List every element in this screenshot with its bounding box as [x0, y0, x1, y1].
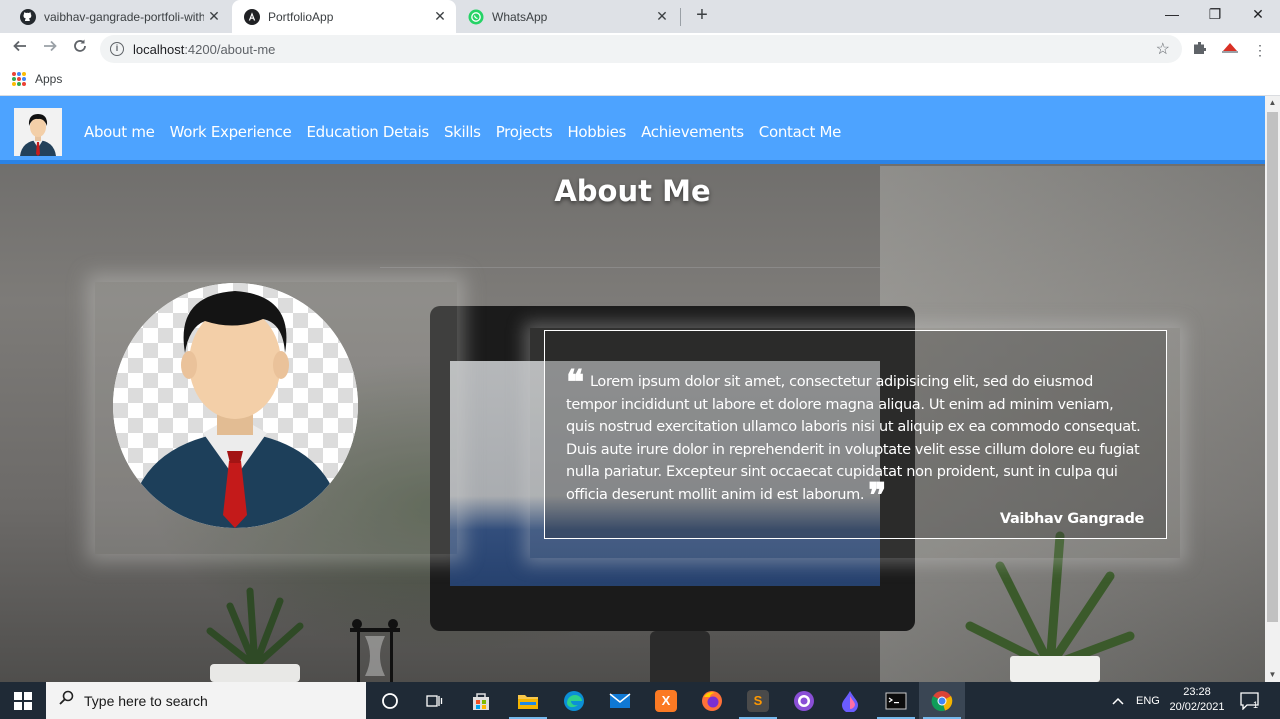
- tab-divider: [680, 8, 681, 26]
- nav-link-education-details[interactable]: Education Detais: [306, 123, 429, 141]
- drop-app-icon[interactable]: [827, 682, 873, 719]
- edge-icon[interactable]: [551, 682, 597, 719]
- page-scrollbar[interactable]: ▲ ▼: [1265, 96, 1280, 682]
- windows-start-icon[interactable]: [0, 682, 46, 719]
- app-navbar: About me Work Experience Education Detai…: [0, 96, 1265, 164]
- nav-link-about-me[interactable]: About me: [84, 123, 155, 141]
- nav-link-hobbies[interactable]: Hobbies: [567, 123, 626, 141]
- input-language[interactable]: ENG: [1136, 682, 1160, 719]
- extensions-icon[interactable]: [1190, 40, 1210, 60]
- angular-icon: [244, 8, 260, 25]
- tab-title: WhatsApp: [492, 9, 548, 24]
- tab-github[interactable]: vaibhav-gangrade-portfoli-with- ✕: [8, 0, 230, 33]
- scroll-thumb[interactable]: [1267, 112, 1278, 622]
- clock-time: 23:28: [1183, 686, 1211, 698]
- background-monitor-stand: [650, 631, 710, 682]
- page-viewport: About me Work Experience Education Detai…: [0, 96, 1265, 682]
- github-desktop-icon[interactable]: [781, 682, 827, 719]
- nav-link-work-experience[interactable]: Work Experience: [170, 123, 292, 141]
- nav-links: About me Work Experience Education Detai…: [84, 123, 856, 141]
- background-hourglass: [350, 619, 400, 682]
- back-icon[interactable]: [8, 38, 32, 62]
- background-plant-left: [206, 587, 304, 682]
- close-tab-icon[interactable]: ✕: [652, 8, 672, 25]
- nav-link-projects[interactable]: Projects: [496, 123, 553, 141]
- sublime-text-icon[interactable]: S: [735, 682, 781, 719]
- search-placeholder: Type here to search: [84, 692, 208, 709]
- reload-icon[interactable]: [68, 38, 92, 62]
- minimize-icon[interactable]: —: [1150, 0, 1194, 30]
- apps-grid-icon: [12, 72, 26, 86]
- tab-title: PortfolioApp: [268, 9, 334, 24]
- quote-card: ❝ Lorem ipsum dolor sit amet, consectetur…: [544, 330, 1167, 539]
- forward-icon[interactable]: [38, 38, 62, 62]
- cortana-icon[interactable]: [367, 682, 413, 719]
- nav-link-skills[interactable]: Skills: [444, 123, 481, 141]
- restore-icon[interactable]: ❐: [1193, 0, 1237, 30]
- mail-icon[interactable]: [597, 682, 643, 719]
- browser-toolbar: i localhost:4200/about-me ☆ ⋮: [0, 33, 1280, 66]
- xampp-icon[interactable]: X: [643, 682, 689, 719]
- apps-shortcut[interactable]: Apps: [12, 72, 62, 86]
- page-title: About Me: [554, 174, 711, 208]
- quote-text: Lorem ipsum dolor sit amet, consectetur …: [566, 374, 1141, 503]
- bookmark-star-icon[interactable]: ☆: [1156, 39, 1170, 59]
- profile-extension-icon[interactable]: [1220, 40, 1240, 60]
- address-bar[interactable]: i localhost:4200/about-me ☆: [100, 35, 1182, 63]
- task-view-icon[interactable]: [411, 682, 457, 719]
- search-icon: [58, 690, 74, 711]
- tab-whatsapp[interactable]: WhatsApp ✕: [456, 0, 678, 33]
- firefox-icon[interactable]: [689, 682, 735, 719]
- url-host: localhost: [133, 41, 185, 57]
- section-divider: [380, 267, 885, 268]
- clock-date: 20/02/2021: [1169, 701, 1225, 713]
- close-tab-icon[interactable]: ✕: [204, 8, 224, 25]
- whatsapp-icon: [468, 9, 484, 25]
- chrome-icon[interactable]: [919, 682, 965, 719]
- avatar: [113, 283, 358, 528]
- nav-link-contact-me[interactable]: Contact Me: [759, 123, 842, 141]
- scroll-down-icon[interactable]: ▼: [1265, 668, 1280, 682]
- browser-tab-strip: vaibhav-gangrade-portfoli-with- ✕ Portfo…: [0, 0, 1280, 33]
- terminal-icon[interactable]: [873, 682, 919, 719]
- show-hidden-icons[interactable]: [1112, 682, 1124, 719]
- taskbar-search[interactable]: Type here to search: [46, 682, 366, 719]
- quote-author: Vaibhav Gangrade: [999, 510, 1144, 527]
- profile-logo[interactable]: [14, 108, 62, 156]
- url-path: :4200/about-me: [184, 41, 276, 57]
- bookmarks-bar: Apps: [0, 66, 1280, 96]
- notification-count: 1: [1253, 700, 1259, 710]
- tab-title: vaibhav-gangrade-portfoli-with-: [44, 9, 204, 24]
- close-tab-icon[interactable]: ✕: [430, 8, 450, 25]
- close-quote-icon: ❞: [868, 475, 887, 516]
- apps-label: Apps: [35, 72, 63, 86]
- store-icon[interactable]: [458, 682, 504, 719]
- close-window-icon[interactable]: ✕: [1236, 0, 1280, 30]
- tab-portfolioapp[interactable]: PortfolioApp ✕: [232, 0, 456, 33]
- new-tab-button[interactable]: +: [690, 4, 714, 28]
- nav-link-achievements[interactable]: Achievements: [641, 123, 744, 141]
- site-info-icon[interactable]: i: [110, 42, 124, 56]
- scroll-up-icon[interactable]: ▲: [1265, 96, 1280, 110]
- github-icon: [20, 8, 36, 25]
- menu-kebab-icon[interactable]: ⋮: [1250, 40, 1270, 60]
- windows-taskbar: Type here to search X S ENG 23:28 20/02/…: [0, 682, 1280, 719]
- file-explorer-icon[interactable]: [505, 682, 551, 719]
- system-clock[interactable]: 23:28 20/02/2021: [1166, 685, 1228, 715]
- notification-center[interactable]: 1: [1240, 682, 1259, 719]
